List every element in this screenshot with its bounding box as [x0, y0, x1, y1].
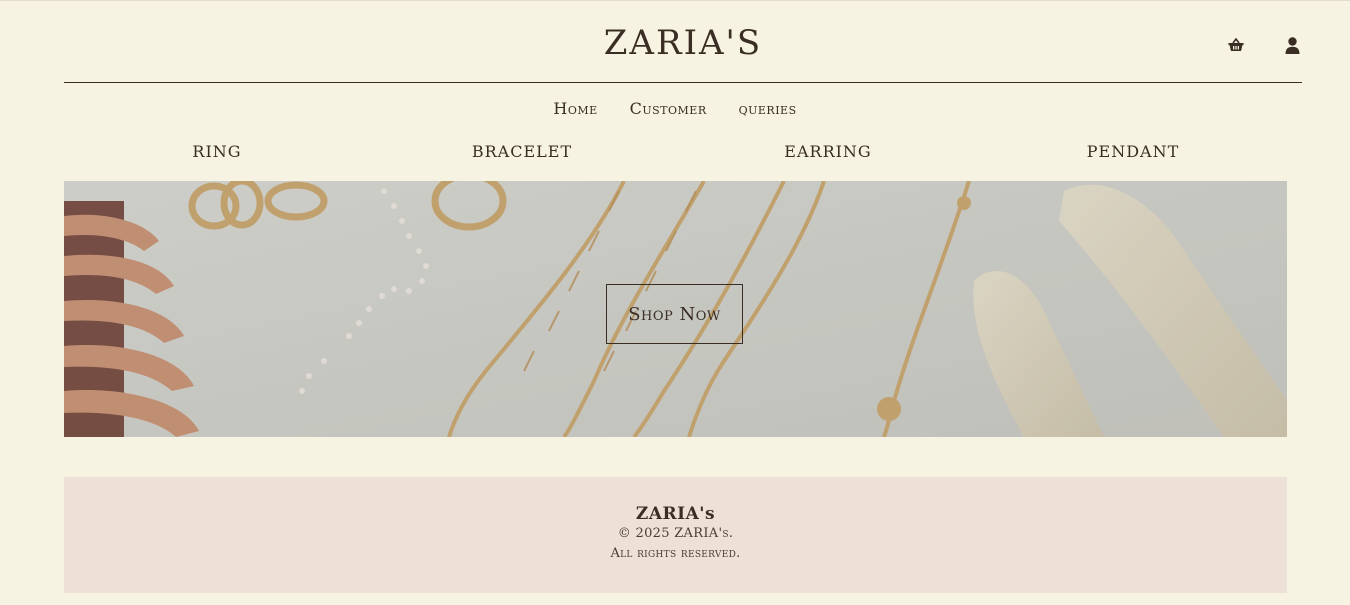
category-earring[interactable]: EARRING	[784, 142, 871, 161]
nav-item-queries[interactable]: queries	[739, 99, 797, 118]
category-pendant[interactable]: PENDANT	[1087, 142, 1180, 161]
basket-icon[interactable]	[1226, 35, 1246, 55]
category-bar: RING BRACELET EARRING PENDANT	[64, 138, 1287, 181]
site-header: ZARIA'S	[64, 1, 1302, 83]
footer-brand: ZARIA's	[635, 504, 716, 524]
nav-item-home[interactable]: Home	[553, 99, 597, 118]
footer-copyright: © 2025 ZARIA's.	[617, 526, 734, 541]
footer-rights: All rights reserved.	[610, 546, 741, 561]
site-footer: ZARIA's © 2025 ZARIA's. All rights reser…	[64, 477, 1287, 593]
page: ZARIA'S Home Customer queries RING BRACE…	[0, 0, 1350, 605]
nav-item-customer[interactable]: Customer	[630, 99, 707, 118]
category-bracelet[interactable]: BRACELET	[472, 142, 572, 161]
header-icons	[1226, 35, 1302, 55]
brand-logo[interactable]: ZARIA'S	[64, 23, 1302, 63]
user-icon[interactable]	[1282, 35, 1302, 55]
category-ring[interactable]: RING	[192, 142, 241, 161]
hero-banner: Shop Now	[64, 181, 1287, 437]
shop-now-button[interactable]: Shop Now	[606, 284, 743, 344]
main-nav: Home Customer queries	[0, 99, 1350, 118]
